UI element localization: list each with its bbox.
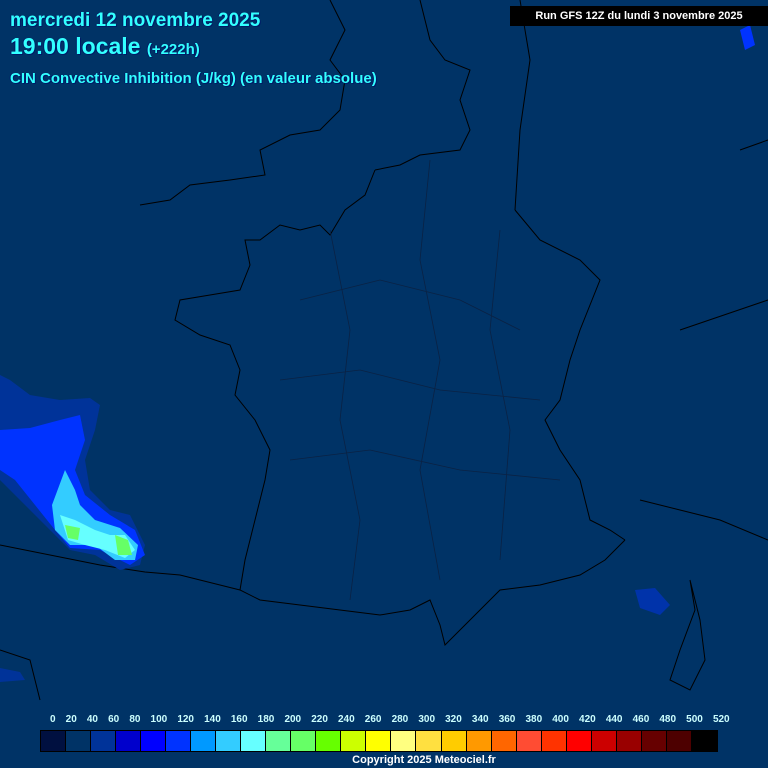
- legend-label: 20: [65, 714, 77, 725]
- color-scale: [40, 730, 718, 752]
- legend-label: 260: [364, 714, 382, 725]
- legend-swatch: [141, 731, 167, 751]
- legend-swatch: [466, 731, 492, 751]
- legend-swatch: [266, 731, 292, 751]
- local-time: 19:00 locale: [10, 33, 141, 59]
- legend-label: 220: [311, 714, 328, 725]
- legend-swatch: [391, 731, 417, 751]
- legend-swatch: [241, 731, 267, 751]
- legend-label: 60: [108, 714, 120, 725]
- legend-label: 440: [605, 714, 623, 725]
- legend-swatch: [291, 731, 317, 751]
- legend-label: 380: [525, 714, 543, 725]
- legend-swatch: [416, 731, 442, 751]
- legend-label: 100: [150, 714, 168, 725]
- legend-label: 360: [498, 714, 516, 725]
- forecast-offset: (+222h): [146, 41, 200, 58]
- legend-swatch: [191, 731, 217, 751]
- legend-label: 460: [632, 714, 650, 725]
- legend-label: 240: [338, 714, 355, 725]
- legend-label: 320: [445, 714, 462, 725]
- legend-label: 520: [712, 714, 730, 725]
- legend-swatch: [666, 731, 692, 751]
- legend-swatch: [166, 731, 192, 751]
- legend-label: 340: [471, 714, 489, 725]
- forecast-date: mercredi 12 novembre 2025: [10, 10, 261, 31]
- department-borders: [279, 159, 561, 601]
- legend-label: 500: [686, 714, 703, 725]
- legend-swatch: [566, 731, 592, 751]
- legend-label: 80: [129, 714, 141, 725]
- legend-label: 160: [230, 714, 248, 725]
- legend-label: 140: [204, 714, 221, 725]
- legend-swatch: [541, 731, 567, 751]
- legend-swatch: [66, 731, 92, 751]
- legend-swatch: [516, 731, 542, 751]
- legend-swatch: [616, 731, 642, 751]
- legend-label: 280: [391, 714, 409, 725]
- legend-swatch: [91, 731, 117, 751]
- legend-label: 120: [177, 714, 194, 725]
- legend-swatch: [491, 731, 517, 751]
- legend-label: 400: [552, 714, 569, 725]
- weather-map: [0, 0, 768, 701]
- legend-swatch: [441, 731, 467, 751]
- cin-field: [0, 25, 755, 682]
- legend-label: 300: [418, 714, 436, 725]
- legend-label: 200: [284, 714, 302, 725]
- legend-label: 40: [86, 714, 98, 725]
- legend-swatch: [216, 731, 242, 751]
- copyright: Copyright 2025 Meteociel.fr: [352, 754, 496, 766]
- legend-swatch: [116, 731, 142, 751]
- legend-label: 180: [257, 714, 275, 725]
- legend-label: 0: [50, 714, 56, 725]
- legend-swatch: [366, 731, 392, 751]
- map-title: CIN Convective Inhibition (J/kg) (en val…: [10, 70, 377, 87]
- legend-label: 420: [579, 714, 596, 725]
- legend-swatch: [41, 731, 67, 751]
- legend-swatch: [341, 731, 367, 751]
- legend-swatch: [691, 731, 717, 751]
- legend-labels: 0 20 40 60 80 100 120 140 160 180 200 220 240 260 280 3…: [50, 714, 730, 726]
- legend-swatch: [641, 731, 667, 751]
- legend-swatch: [591, 731, 617, 751]
- model-run-label: Run GFS 12Z du lundi 3 novembre 2025: [510, 6, 768, 26]
- legend-label: 480: [659, 714, 677, 725]
- legend-swatch: [316, 731, 342, 751]
- forecast-time: 19:00 locale (+222h): [10, 33, 200, 60]
